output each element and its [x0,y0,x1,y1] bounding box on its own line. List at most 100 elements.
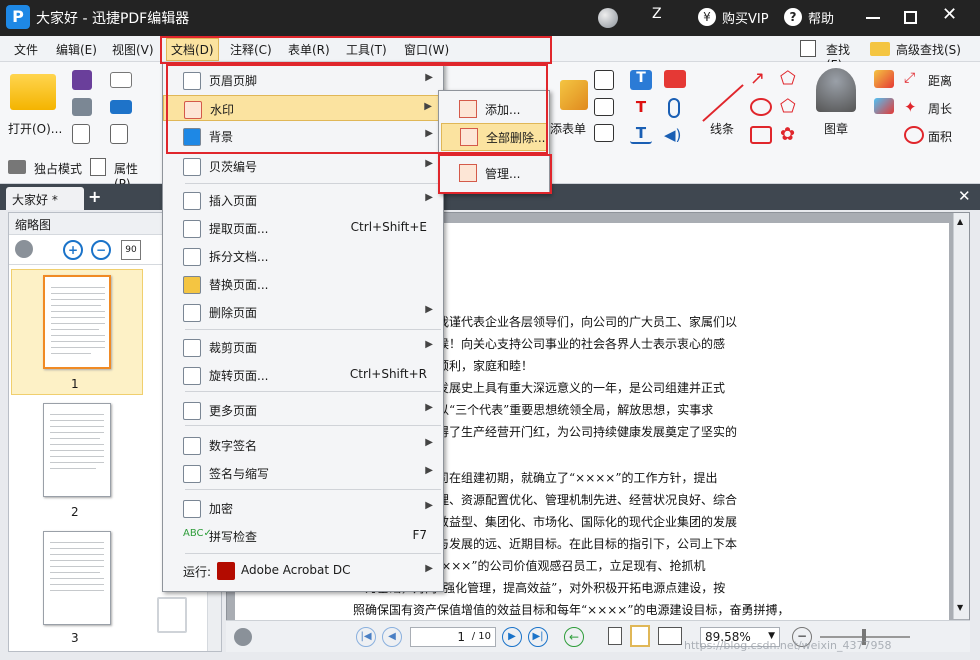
thumbnail-page-number: 2 [71,505,79,519]
maximize-button[interactable] [904,11,917,24]
distance-icon[interactable]: ⤢ [904,70,924,88]
line-tool-icon[interactable] [702,84,744,122]
document-scrollbar[interactable]: ▲ ▼ [953,213,969,619]
rectangle-tool-icon[interactable] [750,126,772,144]
open-button[interactable]: 打开(O)... [8,120,62,137]
menu-item-shortcut: Ctrl+Shift+R [349,367,427,381]
polygon-tool-icon[interactable]: ⬠ [780,68,802,90]
menu-item-replace-pages[interactable]: 替换页面... [163,271,443,297]
single-page-icon[interactable] [608,627,622,645]
thumbnail-page-3[interactable] [43,531,111,625]
scan-icon[interactable] [110,100,132,114]
menu-item-label: 拆分文档... [209,250,269,264]
text-insert-icon[interactable] [594,124,614,142]
sign-form-label[interactable]: 添表单 [550,120,586,137]
menu-item-split-document[interactable]: 拆分文档... [163,243,443,269]
menu-file[interactable]: 文件 [14,41,38,58]
next-page-icon[interactable]: ▶ [502,627,522,647]
line-tool-label[interactable]: 线条 [710,120,734,137]
rotate-icon[interactable]: 90 [121,240,141,260]
email-icon[interactable] [110,72,132,88]
stamp-icon[interactable] [816,68,856,112]
menu-item-sign-initials[interactable]: 签名与缩写 ▶ [163,460,443,486]
menu-item-rotate-pages[interactable]: 旋转页面... Ctrl+Shift+R [163,362,443,388]
menu-divider [185,391,441,392]
scroll-down-icon[interactable]: ▼ [957,603,963,612]
menu-item-insert-page[interactable]: 插入页面 ▶ [163,187,443,213]
thumbnail-options-icon[interactable] [15,240,33,258]
pen-icon[interactable] [560,80,588,110]
distance-label[interactable]: 距离 [928,72,952,89]
new-tab-icon[interactable]: + [88,187,101,206]
page-number-input[interactable]: 1 / 10 [410,627,496,647]
menu-item-digital-signature[interactable]: 数字签名 ▶ [163,432,443,458]
menu-item-bates-numbering[interactable]: 贝茨编号 ▶ [163,153,443,179]
close-document-icon[interactable]: ✕ [958,187,971,205]
submenu-arrow-icon: ▶ [425,500,433,511]
export-icon[interactable] [72,124,90,144]
avatar[interactable] [598,8,618,28]
ribbon-row2: 独占模式 属性(P)... [0,154,160,191]
menu-item-run[interactable]: 运行: Adobe Acrobat DC ▶ [163,558,443,584]
eraser-icon[interactable] [874,98,894,114]
pencil-icon[interactable] [874,70,894,88]
menu-item-more-pages[interactable]: 更多页面 ▶ [163,397,443,423]
menu-edit[interactable]: 编辑(E) [56,41,97,58]
scroll-up-icon[interactable]: ▲ [957,217,963,226]
menu-item-extract-pages[interactable]: 提取页面... Ctrl+Shift+E [163,215,443,241]
two-page-icon[interactable] [658,627,682,645]
menu-item-crop-pages[interactable]: 裁剪页面 ▶ [163,334,443,360]
user-initial[interactable]: Z [652,6,662,22]
minimize-button[interactable] [866,17,880,19]
more-pages-icon [183,402,201,420]
menu-item-label: 提取页面... [209,222,269,236]
cloud-tool-icon[interactable]: ✿ [780,124,802,146]
text-box-icon[interactable] [594,98,614,116]
strikeout-icon[interactable]: T [630,98,652,116]
zoom-in-icon[interactable]: + [63,240,83,260]
area-icon[interactable] [904,126,924,144]
arrow-tool-icon[interactable]: ↗ [750,68,772,90]
thumbnail-page-2[interactable] [43,403,111,497]
save-icon[interactable] [72,70,92,90]
pentagon-tool-icon[interactable]: ⬠ [780,96,802,118]
last-page-icon[interactable]: ▶| [528,627,548,647]
new-document-icon[interactable] [110,124,128,144]
stamp-label[interactable]: 图章 [824,120,848,137]
text-field-icon[interactable] [594,70,614,90]
prev-page-icon[interactable]: ◀ [382,627,402,647]
print-icon[interactable] [72,98,92,116]
folder-open-icon[interactable] [10,74,56,110]
menu-item-delete-pages[interactable]: 删除页面 ▶ [163,299,443,325]
tab-document[interactable]: 大家好 * [6,187,84,210]
perimeter-icon[interactable]: ✦ [904,98,924,116]
zoom-out-icon[interactable]: − [91,240,111,260]
advanced-find-button[interactable]: 高级查找(S) [870,39,970,59]
menu-divider [185,489,441,490]
typewriter-icon[interactable]: T [630,70,652,90]
ellipse-tool-icon[interactable] [750,98,772,116]
find-button[interactable]: 查找(F) [800,39,866,72]
continuous-page-icon[interactable] [630,625,650,647]
perimeter-label[interactable]: 周长 [928,100,952,117]
menu-item-label: 运行: [183,565,212,579]
menu-item-spell-check[interactable]: ABC✓ 拼写检查 F7 [163,523,443,549]
first-page-icon[interactable]: |◀ [356,627,376,647]
settings-icon[interactable] [234,628,252,646]
exclusive-mode-button[interactable]: 独占模式 [34,160,82,177]
menu-view[interactable]: 视图(V) [112,41,154,58]
underline-icon[interactable]: T [630,124,652,144]
thumbnail-page-1[interactable] [43,275,111,369]
attach-icon[interactable] [668,98,680,118]
status-bar: |◀ ◀ 1 / 10 ▶ ▶| ← 89.58% ▼ − https://bl… [226,620,970,652]
back-icon[interactable]: ← [564,627,584,647]
spell-check-icon: ABC✓ [183,528,212,539]
advanced-find-label: 高级查找(S) [896,43,961,57]
vip-button[interactable]: ¥ 购买VIP [698,7,780,29]
menu-item-encrypt[interactable]: 加密 ▶ [163,495,443,521]
comment-icon[interactable] [664,70,686,88]
help-button[interactable]: ? 帮助 [784,7,844,29]
area-label[interactable]: 面积 [928,128,952,145]
close-button[interactable]: ✕ [942,4,957,25]
sound-icon[interactable]: ◀) [664,126,686,144]
